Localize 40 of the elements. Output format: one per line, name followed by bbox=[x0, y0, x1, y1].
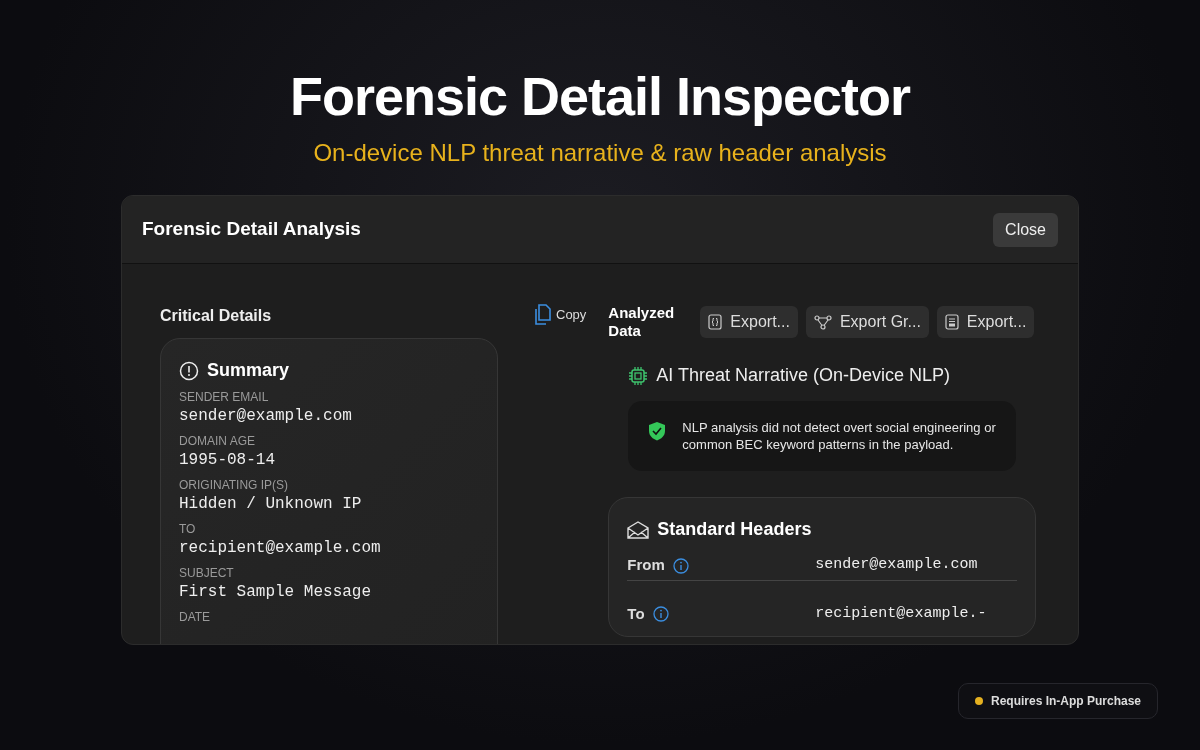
alert-icon bbox=[179, 360, 199, 381]
field-label: DATE bbox=[179, 610, 211, 624]
copy-button[interactable]: Copy bbox=[534, 304, 587, 326]
field-label: TO bbox=[179, 522, 196, 536]
export-button[interactable]: Export... bbox=[936, 306, 1035, 338]
badge-text: Requires In-App Purchase bbox=[991, 693, 1142, 710]
field-value: sender@example.com bbox=[179, 406, 352, 427]
hero-subtitle: On-device NLP threat narrative & raw header analysis bbox=[313, 138, 887, 168]
header-label: To bbox=[627, 603, 645, 624]
export-button[interactable]: Export... bbox=[700, 306, 798, 338]
section-heading: Critical Details bbox=[160, 306, 272, 326]
field-label: SENDER EMAIL bbox=[179, 390, 269, 404]
envelope-icon bbox=[627, 520, 650, 539]
document-icon bbox=[944, 314, 959, 330]
graph-icon bbox=[813, 314, 832, 330]
field-value: First Sample Message bbox=[179, 582, 372, 603]
window-title: Forensic Detail Analysis bbox=[142, 217, 361, 242]
card-title: Summary bbox=[207, 359, 290, 382]
field-value: recipient@example.com bbox=[179, 538, 381, 559]
field-label: ORIGINATING IP(S) bbox=[179, 478, 289, 492]
close-button[interactable]: Close bbox=[993, 212, 1058, 247]
export-button[interactable]: Export Gr... bbox=[805, 306, 929, 338]
narrative-text: NLP analysis did not detect overt social engineering or common BEC keyword patterns in the payload. bbox=[682, 419, 997, 453]
section-heading: Analyzed Data bbox=[608, 304, 676, 340]
shield-check-icon bbox=[648, 421, 667, 441]
code-braces-icon bbox=[708, 314, 723, 330]
header-label: From bbox=[627, 555, 665, 576]
info-icon[interactable] bbox=[652, 606, 669, 622]
field-label: SUBJECT bbox=[179, 566, 234, 580]
field-value: Hidden / Unknown IP bbox=[179, 494, 362, 515]
field-label: DOMAIN AGE bbox=[179, 434, 255, 448]
narrative-title: AI Threat Narrative (On-Device NLP) bbox=[656, 364, 951, 387]
header-value: sender@example.com bbox=[815, 555, 978, 576]
chip-icon bbox=[628, 365, 649, 386]
copy-icon bbox=[534, 304, 552, 326]
field-value: 1995-08-14 bbox=[179, 450, 275, 471]
hero-title: Forensic Detail Inspector bbox=[288, 65, 912, 128]
card-title: Standard Headers bbox=[657, 518, 812, 541]
header-value: recipient@example.- bbox=[815, 603, 987, 624]
info-icon[interactable] bbox=[672, 557, 689, 574]
